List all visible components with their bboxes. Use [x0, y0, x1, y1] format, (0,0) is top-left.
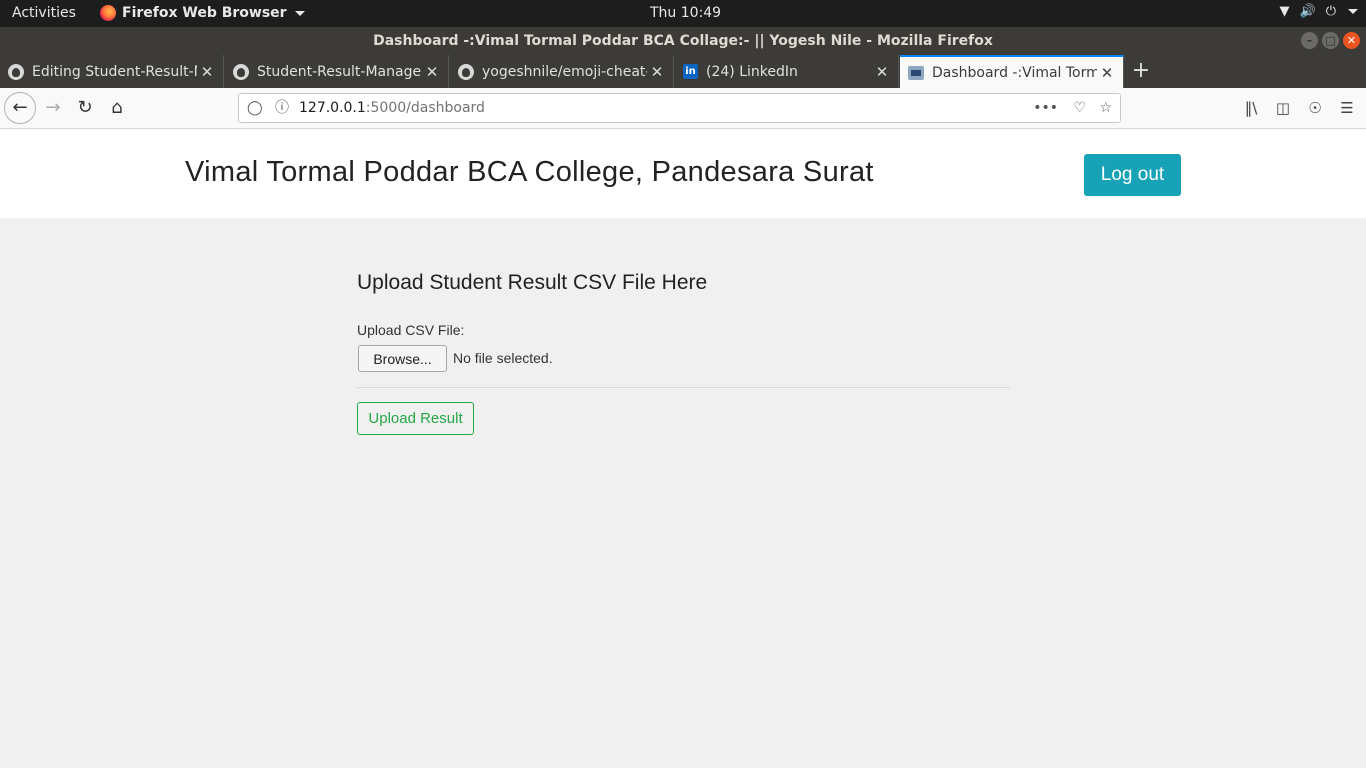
college-title: Vimal Tormal Poddar BCA College, Pandesa… [185, 156, 874, 188]
tab-label: Dashboard -:Vimal Torma [932, 64, 1097, 81]
close-tab-icon[interactable]: ✕ [647, 63, 667, 81]
chevron-down-icon [294, 10, 305, 16]
url-path: :5000/dashboard [365, 100, 485, 116]
close-tab-icon[interactable]: ✕ [197, 63, 217, 81]
logout-button[interactable]: Log out [1084, 154, 1181, 196]
csv-file-label: Upload CSV File: [357, 322, 465, 338]
page-icon [908, 65, 924, 80]
tab-label: yogeshnile/emoji-cheat-s [482, 63, 647, 80]
site-header: Vimal Tormal Poddar BCA College, Pandesa… [0, 129, 1366, 218]
system-top-bar: Activities Firefox Web Browser Thu 10:49… [0, 0, 1366, 27]
volume-icon: 🔊 [1299, 4, 1316, 19]
minimize-icon[interactable]: – [1301, 32, 1318, 49]
pocket-icon[interactable]: ♡ [1073, 94, 1086, 122]
tab-label: Editing Student-Result-M [32, 63, 197, 80]
tab-dashboard[interactable]: Dashboard -:Vimal Torma ✕ [900, 55, 1124, 88]
browse-button[interactable]: Browse... [358, 345, 447, 372]
upload-form-title: Upload Student Result CSV File Here [357, 271, 708, 294]
chevron-down-icon [1348, 9, 1358, 14]
tab-strip: Editing Student-Result-M ✕ Student-Resul… [0, 55, 1366, 88]
url-text[interactable]: 127.0.0.1:5000/dashboard [299, 94, 485, 122]
close-tab-icon[interactable]: ✕ [422, 63, 442, 81]
reload-button[interactable]: ↻ [70, 93, 100, 123]
app-menu[interactable]: Firefox Web Browser [100, 5, 305, 21]
window-title: Dashboard -:Vimal Tormal Poddar BCA Coll… [373, 33, 993, 49]
upload-result-button[interactable]: Upload Result [357, 402, 474, 435]
github-icon [233, 63, 249, 80]
github-icon [8, 63, 24, 80]
info-icon[interactable]: ⓘ [275, 94, 289, 122]
tab-linkedin[interactable]: in (24) LinkedIn ✕ [675, 55, 899, 88]
file-status-text: No file selected. [453, 350, 553, 366]
activities-button[interactable]: Activities [12, 5, 76, 21]
tab-label: (24) LinkedIn [706, 63, 798, 80]
system-tray[interactable]: ▼ 🔊 ⏻ [1280, 4, 1358, 19]
maximize-icon[interactable]: □ [1322, 32, 1339, 49]
form-divider [357, 387, 1010, 388]
url-host: 127.0.0.1 [299, 100, 366, 116]
home-button[interactable]: ⌂ [102, 93, 132, 123]
back-button[interactable]: ← [4, 92, 36, 124]
clock[interactable]: Thu 10:49 [650, 5, 721, 21]
tab-label: Student-Result-Managem [257, 63, 422, 80]
address-bar[interactable]: ◯ ⓘ 127.0.0.1:5000/dashboard ••• ♡ ☆ [238, 93, 1121, 123]
firefox-icon [100, 5, 116, 21]
tab-emoji-cheat-sheet[interactable]: yogeshnile/emoji-cheat-s ✕ [450, 55, 674, 88]
power-icon: ⏻ [1325, 4, 1336, 19]
account-icon[interactable]: ☉ [1306, 93, 1324, 123]
wifi-icon: ▼ [1279, 4, 1290, 19]
library-icon[interactable]: ‖\ [1242, 93, 1260, 123]
sidebar-icon[interactable]: ◫ [1274, 93, 1292, 123]
navigation-toolbar: ← → ↻ ⌂ ◯ ⓘ 127.0.0.1:5000/dashboard •••… [0, 88, 1366, 129]
more-actions-icon[interactable]: ••• [1033, 94, 1058, 122]
hamburger-menu-icon[interactable]: ☰ [1338, 93, 1356, 123]
app-menu-label: Firefox Web Browser [122, 5, 287, 21]
close-tab-icon[interactable]: ✕ [1097, 64, 1117, 82]
forward-button[interactable]: → [38, 93, 68, 123]
new-tab-button[interactable]: + [1128, 55, 1154, 88]
bookmark-star-icon[interactable]: ☆ [1099, 94, 1112, 122]
tab-student-result-management[interactable]: Student-Result-Managem ✕ [225, 55, 449, 88]
close-window-icon[interactable]: ✕ [1343, 32, 1360, 49]
github-icon [458, 63, 474, 80]
tab-editing-student-result[interactable]: Editing Student-Result-M ✕ [0, 55, 224, 88]
linkedin-icon: in [683, 64, 698, 79]
close-tab-icon[interactable]: ✕ [872, 63, 892, 81]
dashboard-main: Upload Student Result CSV File Here Uplo… [0, 218, 1366, 768]
window-title-bar: Dashboard -:Vimal Tormal Poddar BCA Coll… [0, 27, 1366, 55]
shield-icon[interactable]: ◯ [247, 94, 263, 122]
